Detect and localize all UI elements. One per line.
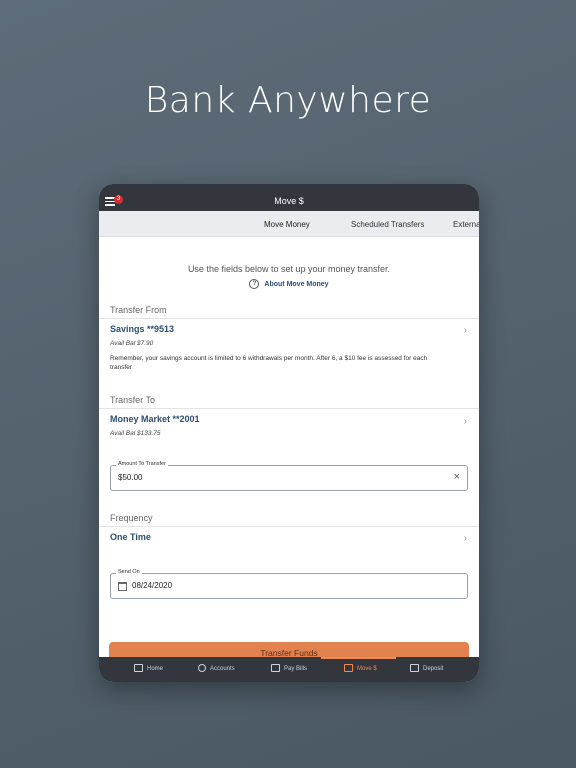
tab-bar: Move Money Scheduled Transfers Externa: [99, 211, 479, 237]
divider: [99, 526, 479, 527]
transfer-from-label: Transfer From: [110, 305, 167, 315]
frequency-label: Frequency: [110, 513, 153, 523]
notification-badge: 3: [114, 195, 123, 204]
nav-move-money[interactable]: Move $: [344, 657, 377, 682]
from-account-balance: Avail Bal $7.90: [110, 340, 154, 347]
chevron-right-icon: ›: [463, 325, 467, 336]
nav-deposit-label: Deposit: [423, 666, 444, 672]
send-on-value: 08/24/2020: [132, 581, 173, 590]
divider: [99, 408, 479, 409]
to-account-balance: Avail Bal $133.75: [110, 430, 161, 437]
nav-deposit[interactable]: Deposit: [410, 657, 443, 682]
help-circle-icon: ?: [249, 279, 260, 289]
transfer-to-label: Transfer To: [110, 395, 156, 405]
tab-scheduled-transfers[interactable]: Scheduled Transfers: [351, 211, 424, 236]
savings-limit-note: Remember, your savings account is limite…: [110, 355, 428, 371]
amount-field[interactable]: Amount To Transfer $50.00 ×: [110, 461, 468, 491]
top-bar: 3 Move $: [99, 184, 479, 211]
nav-pay-bills[interactable]: Pay Bills: [271, 657, 307, 682]
frequency-value: One Time: [110, 532, 151, 542]
nav-home[interactable]: Home: [134, 657, 163, 682]
bottom-nav: Home Accounts Pay Bills Move $ Deposit: [99, 657, 479, 682]
dollar-icon: [198, 664, 206, 673]
nav-accounts[interactable]: Accounts: [198, 657, 235, 682]
nav-home-label: Home: [147, 666, 164, 672]
nav-pay-bills-label: Pay Bills: [284, 666, 308, 672]
deposit-icon: [410, 664, 419, 673]
nav-move-money-label: Move $: [357, 666, 377, 672]
tab-external[interactable]: Externa: [453, 211, 479, 236]
calendar-icon: [118, 582, 127, 591]
send-on-field[interactable]: Send On 08/24/2020: [110, 569, 468, 599]
send-on-field-label: Send On: [116, 569, 142, 575]
home-icon: [134, 664, 143, 673]
tab-move-money[interactable]: Move Money: [264, 211, 310, 236]
bill-icon: [271, 664, 280, 673]
nav-accounts-label: Accounts: [210, 666, 235, 672]
amount-field-label: Amount To Transfer: [116, 461, 168, 467]
screen-title: Move $: [274, 196, 304, 206]
chevron-right-icon: ›: [463, 416, 467, 427]
chevron-right-icon: ›: [463, 533, 467, 544]
transfer-form: Use the fields below to set up your mone…: [99, 237, 479, 664]
headline: Bank Anywhere: [144, 80, 432, 121]
to-account-name: Money Market **2001: [110, 414, 200, 424]
move-money-icon: [344, 664, 353, 673]
intro-text: Use the fields below to set up your mone…: [187, 264, 391, 274]
device-frame: 3 Move $ Move Money Scheduled Transfers …: [99, 184, 479, 682]
amount-value: $50.00: [118, 473, 143, 482]
about-move-money-link[interactable]: ? About Move Money: [99, 279, 479, 289]
clear-icon[interactable]: ×: [454, 471, 460, 483]
from-account-name: Savings **9513: [110, 324, 175, 334]
divider: [99, 318, 479, 319]
about-link-label: About Move Money: [264, 280, 329, 288]
